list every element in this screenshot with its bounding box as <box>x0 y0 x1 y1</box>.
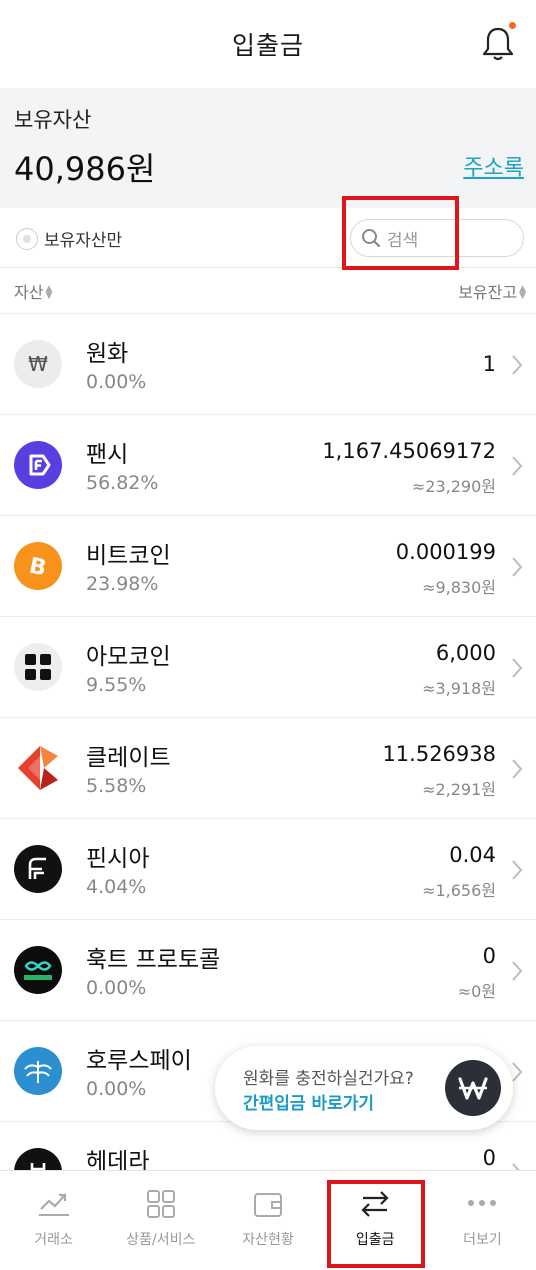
asset-quantity: 0.000199 <box>395 540 496 564</box>
tab-products[interactable]: 상품/서비스 <box>107 1171 214 1270</box>
transfer-icon <box>361 1191 389 1217</box>
asset-percent: 0.00% <box>86 977 147 999</box>
holdings-amount: 40,986원 <box>14 150 156 188</box>
won-icon: ₩ <box>14 340 62 388</box>
quick-deposit-banner[interactable]: 원화를 충전하실건가요? 간편입금 바로가기 <box>215 1046 513 1130</box>
quick-deposit-link[interactable]: 간편입금 바로가기 <box>243 1089 374 1114</box>
tab-label: 입출금 <box>355 1232 395 1248</box>
asset-name: 핀시아 <box>86 846 150 872</box>
asset-name: 비트코인 <box>86 543 171 569</box>
asset-name: 원화 <box>86 341 129 367</box>
chevron-right-icon <box>512 557 523 577</box>
asset-row[interactable]: 훅트 프로토콜 0.00% 0 ≈0원 <box>0 920 536 1021</box>
holdings-summary: 보유자산 40,986원 주소록 <box>0 88 536 208</box>
holdings-label: 보유자산 <box>14 108 92 132</box>
tab-assets[interactable]: 자산현황 <box>214 1171 321 1270</box>
tab-label: 상품/서비스 <box>126 1232 196 1248</box>
bottom-tab-bar: 거래소 상품/서비스 자산현황 입출금 더보기 <box>0 1170 536 1270</box>
chevron-right-icon <box>512 658 523 678</box>
search-placeholder: 검색 <box>387 230 419 251</box>
sort-icon: ▲ ▼ <box>519 284 526 301</box>
asset-row[interactable]: 팬시 56.82% 1,167.45069172 ≈23,290원 <box>0 415 536 516</box>
banner-question: 원화를 충전하실건가요? <box>243 1069 414 1089</box>
asset-percent: 9.55% <box>86 674 147 696</box>
asset-quantity: 11.526938 <box>382 742 496 766</box>
chevron-right-icon <box>512 961 523 981</box>
fanc-icon <box>14 441 62 489</box>
asset-name: 클레이트 <box>86 745 171 771</box>
klay-icon <box>14 744 62 792</box>
asset-name: 팬시 <box>86 442 129 468</box>
asset-percent: 23.98% <box>86 573 159 595</box>
asset-name: 아모코인 <box>86 644 171 670</box>
chevron-right-icon <box>512 759 523 779</box>
hooked-icon <box>14 946 62 994</box>
notification-dot <box>509 22 516 29</box>
asset-row[interactable]: ₩ 원화 0.00% 1 <box>0 314 536 415</box>
grid-icon <box>146 1190 175 1218</box>
won-deposit-button[interactable] <box>445 1060 501 1116</box>
chevron-right-icon <box>512 456 523 476</box>
page-title: 입출금 <box>231 31 304 60</box>
tab-exchange[interactable]: 거래소 <box>0 1171 107 1270</box>
sort-icon: ▲ ▼ <box>45 284 53 301</box>
column-asset[interactable]: 자산 ▲ ▼ <box>14 279 52 303</box>
asset-percent: 0.00% <box>86 1078 147 1100</box>
svg-text:₩: ₩ <box>28 352 48 376</box>
asset-row[interactable]: B 비트코인 23.98% 0.000199 ≈9,830원 <box>0 516 536 617</box>
tab-label: 자산현황 <box>242 1232 294 1248</box>
asset-row[interactable]: 아모코인 9.55% 6,000 ≈3,918원 <box>0 617 536 718</box>
svg-text:B: B <box>27 553 49 580</box>
more-icon <box>468 1200 497 1206</box>
search-icon <box>362 229 381 248</box>
finschia-icon <box>14 845 62 893</box>
asset-row[interactable]: 핀시아 4.04% 0.04 ≈1,656원 <box>0 819 536 920</box>
asset-percent: 56.82% <box>86 472 159 494</box>
tab-more[interactable]: 더보기 <box>429 1171 536 1270</box>
bell-icon[interactable] <box>482 22 516 62</box>
asset-krw-value: ≈0원 <box>457 982 496 1001</box>
asset-krw-value: ≈2,291원 <box>422 780 496 799</box>
chevron-right-icon <box>512 860 523 880</box>
column-header: 자산 ▲ ▼ 보유잔고 ▲ ▼ <box>0 268 536 314</box>
asset-quantity: 0 <box>482 944 496 968</box>
asset-percent: 0.00% <box>86 371 147 393</box>
address-book-link[interactable]: 주소록 <box>463 150 524 182</box>
wallet-icon <box>254 1193 282 1217</box>
asset-krw-value: ≈1,656원 <box>422 881 496 900</box>
asset-quantity: 0.04 <box>449 843 496 867</box>
filter-bar: 보유자산만 검색 <box>0 208 536 268</box>
held-only-label: 보유자산만 <box>44 231 123 251</box>
asset-name: 호루스페이 <box>86 1048 192 1074</box>
asset-row[interactable]: 클레이트 5.58% 11.526938 ≈2,291원 <box>0 718 536 819</box>
asset-krw-value: ≈9,830원 <box>422 578 496 597</box>
chart-icon <box>38 1193 69 1216</box>
horuspay-icon <box>14 1047 62 1095</box>
radio-icon <box>16 227 38 250</box>
asset-name: 훅트 프로토콜 <box>86 947 221 973</box>
asset-percent: 4.04% <box>86 876 147 898</box>
asset-quantity: 1,167.45069172 <box>322 439 496 463</box>
held-only-toggle[interactable]: 보유자산만 <box>16 226 122 251</box>
asset-quantity: 1 <box>482 352 496 376</box>
search-input[interactable]: 검색 <box>350 219 524 257</box>
asset-krw-value: ≈23,290원 <box>411 477 496 496</box>
amo-icon <box>14 643 62 691</box>
asset-quantity: 0 <box>482 1146 496 1170</box>
asset-quantity: 6,000 <box>435 641 496 665</box>
bitcoin-icon: B <box>14 542 62 590</box>
asset-percent: 5.58% <box>86 775 147 797</box>
tab-deposit-withdraw[interactable]: 입출금 <box>322 1171 429 1270</box>
column-balance[interactable]: 보유잔고 ▲ ▼ <box>458 279 526 303</box>
tab-label: 더보기 <box>463 1232 502 1248</box>
asset-krw-value: ≈3,918원 <box>422 679 496 698</box>
app-header: 입출금 <box>0 0 536 88</box>
tab-label: 거래소 <box>34 1232 73 1248</box>
won-icon <box>458 1077 488 1100</box>
chevron-right-icon <box>512 355 523 375</box>
